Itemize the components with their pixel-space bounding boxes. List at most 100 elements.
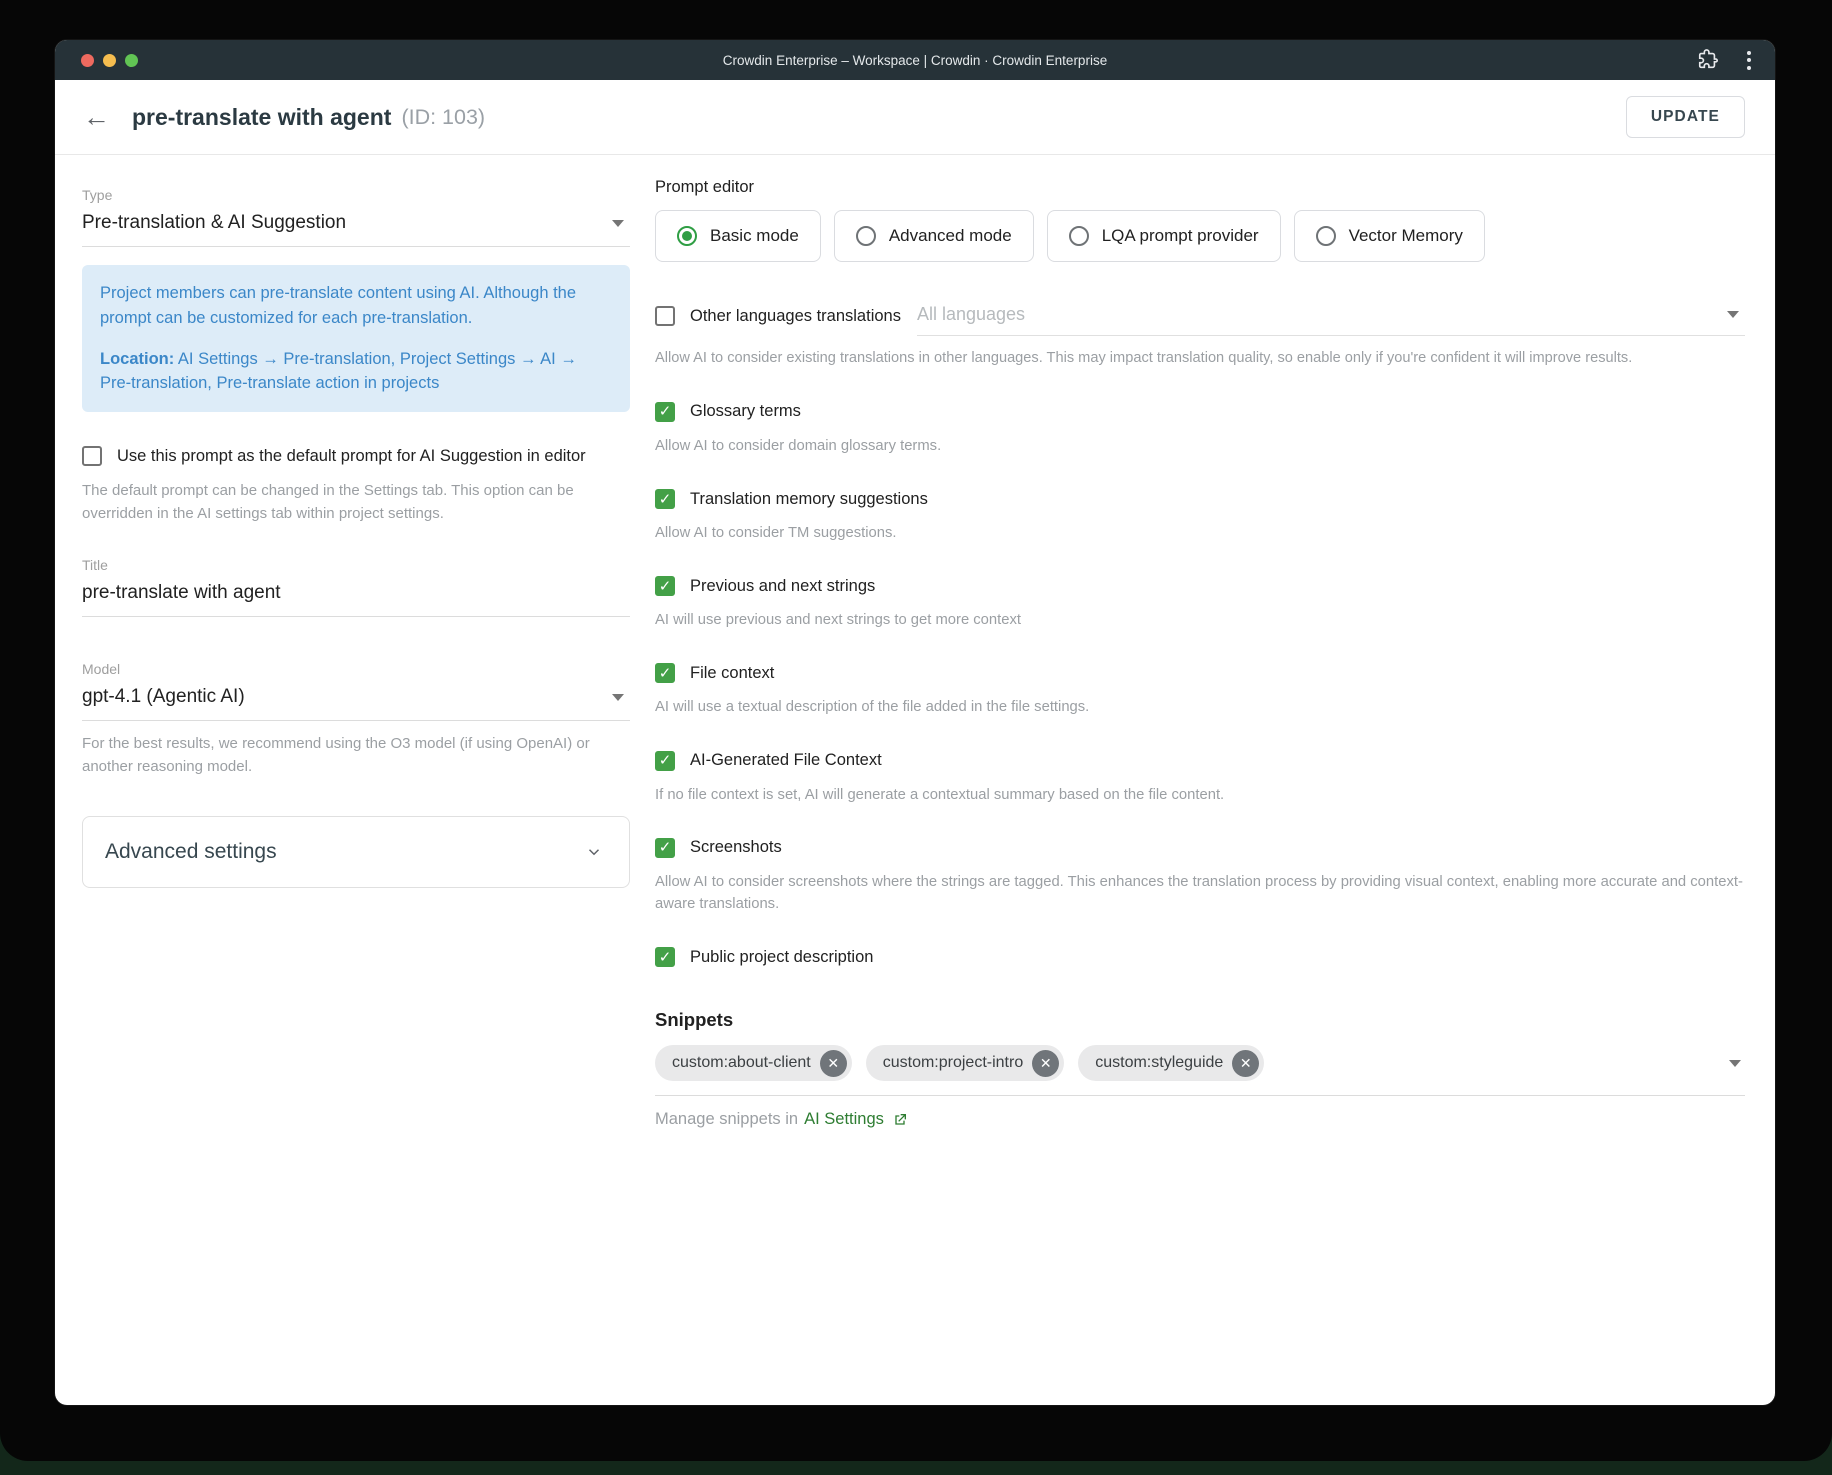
remove-chip-icon[interactable]: ✕	[1032, 1050, 1059, 1077]
checked-checkbox[interactable]: ✓	[655, 489, 675, 509]
radio-selected-icon	[677, 226, 697, 246]
mode-label: LQA prompt provider	[1102, 226, 1259, 246]
info-box-paragraph: Project members can pre-translate conten…	[100, 281, 612, 331]
option-checkbox-row[interactable]: ✓ Screenshots	[655, 838, 1745, 858]
extensions-puzzle-icon[interactable]	[1697, 49, 1719, 71]
snippet-chip-label: custom:project-intro	[883, 1054, 1024, 1072]
page-header: ← pre-translate with agent (ID: 103) UPD…	[55, 80, 1775, 155]
model-helper: For the best results, we recommend using…	[82, 733, 630, 778]
radio-icon	[1316, 226, 1336, 246]
settings-right-column: Prompt editor Basic mode Advanced mode L…	[655, 171, 1745, 1129]
other-languages-checkbox-row[interactable]: Other languages translations	[655, 306, 901, 336]
snippets-select-field[interactable]: custom:about-client ✕ custom:project-int…	[655, 1045, 1745, 1096]
option-ai-generated-file-context: ✓ AI-Generated File Context If no file c…	[655, 751, 1745, 806]
type-select[interactable]: Pre-translation & AI Suggestion	[82, 203, 630, 247]
option-helper: Allow AI to consider screenshots where t…	[655, 871, 1745, 915]
option-screenshots: ✓ Screenshots Allow AI to consider scree…	[655, 838, 1745, 915]
manage-snippets-row: Manage snippets in AI Settings	[655, 1110, 1745, 1129]
option-helper: AI will use previous and next strings to…	[655, 609, 1745, 631]
back-arrow-icon[interactable]: ←	[83, 104, 110, 131]
snippet-chip: custom:project-intro ✕	[866, 1045, 1065, 1081]
other-languages-helper: Allow AI to consider existing translatio…	[655, 348, 1745, 370]
advanced-settings-label: Advanced settings	[105, 840, 277, 864]
chevron-down-icon	[1727, 311, 1739, 318]
page-id-badge: (ID: 103)	[401, 105, 485, 130]
chevron-down-icon	[1729, 1060, 1741, 1067]
title-input[interactable]: pre-translate with agent	[82, 573, 630, 617]
type-field-label: Type	[82, 187, 630, 203]
option-file-context: ✓ File context AI will use a textual des…	[655, 663, 1745, 718]
option-checkbox-row[interactable]: ✓ Public project description	[655, 947, 1745, 967]
snippet-chip: custom:about-client ✕	[655, 1045, 852, 1081]
ai-settings-link[interactable]: AI Settings	[804, 1110, 884, 1129]
other-languages-row: Other languages translations All languag…	[655, 304, 1745, 336]
prompt-editor-label: Prompt editor	[655, 178, 1745, 197]
info-box-location-label: Location:	[100, 350, 174, 368]
option-checkbox-row[interactable]: ✓ Glossary terms	[655, 402, 1745, 422]
mode-lqa-prompt-provider[interactable]: LQA prompt provider	[1047, 210, 1281, 262]
model-select[interactable]: gpt-4.1 (Agentic AI)	[82, 677, 630, 721]
other-languages-label: Other languages translations	[690, 307, 901, 326]
snippet-chip-label: custom:styleguide	[1095, 1054, 1223, 1072]
snippets-title: Snippets	[655, 1009, 1745, 1031]
option-label: Public project description	[690, 948, 873, 967]
option-previous-next-strings: ✓ Previous and next strings AI will use …	[655, 576, 1745, 631]
model-field: Model gpt-4.1 (Agentic AI) For the best …	[82, 661, 630, 778]
mode-vector-memory[interactable]: Vector Memory	[1294, 210, 1485, 262]
mode-basic[interactable]: Basic mode	[655, 210, 821, 262]
remove-chip-icon[interactable]: ✕	[820, 1050, 847, 1077]
minimize-window-button[interactable]	[103, 54, 116, 67]
close-window-button[interactable]	[81, 54, 94, 67]
browser-titlebar: Crowdin Enterprise – Workspace | Crowdin…	[55, 40, 1775, 80]
all-languages-select[interactable]: All languages	[917, 304, 1745, 336]
option-helper: If no file context is set, AI will gener…	[655, 784, 1745, 806]
window-controls	[81, 54, 138, 67]
manage-snippets-text: Manage snippets in	[655, 1110, 798, 1129]
browser-tab-title: Crowdin Enterprise – Workspace | Crowdin…	[55, 53, 1775, 68]
option-checkbox-row[interactable]: ✓ Previous and next strings	[655, 576, 1745, 596]
checked-checkbox[interactable]: ✓	[655, 947, 675, 967]
external-link-icon	[892, 1112, 908, 1128]
option-public-project-description: ✓ Public project description	[655, 947, 1745, 967]
settings-left-column: Type Pre-translation & AI Suggestion Pro…	[82, 171, 630, 1129]
browser-window: Crowdin Enterprise – Workspace | Crowdin…	[55, 40, 1775, 1405]
option-label: File context	[690, 664, 774, 683]
all-languages-placeholder: All languages	[917, 304, 1025, 325]
option-helper: Allow AI to consider domain glossary ter…	[655, 435, 1745, 457]
page-title: pre-translate with agent	[132, 104, 391, 131]
chevron-down-icon	[612, 694, 624, 701]
option-checkbox-row[interactable]: ✓ Translation memory suggestions	[655, 489, 1745, 509]
checked-checkbox[interactable]: ✓	[655, 663, 675, 683]
model-field-label: Model	[82, 661, 630, 677]
other-languages-checkbox[interactable]	[655, 306, 675, 326]
checked-checkbox[interactable]: ✓	[655, 576, 675, 596]
checked-checkbox[interactable]: ✓	[655, 838, 675, 858]
default-prompt-helper: The default prompt can be changed in the…	[82, 480, 630, 525]
snippet-chip: custom:styleguide ✕	[1078, 1045, 1264, 1081]
update-button[interactable]: UPDATE	[1626, 96, 1745, 138]
option-checkbox-row[interactable]: ✓ File context	[655, 663, 1745, 683]
radio-icon	[856, 226, 876, 246]
default-prompt-checkbox[interactable]	[82, 446, 102, 466]
type-select-value: Pre-translation & AI Suggestion	[82, 212, 346, 234]
mode-label: Advanced mode	[889, 226, 1012, 246]
default-prompt-checkbox-row[interactable]: Use this prompt as the default prompt fo…	[82, 446, 630, 466]
option-helper: AI will use a textual description of the…	[655, 696, 1745, 718]
remove-chip-icon[interactable]: ✕	[1232, 1050, 1259, 1077]
title-field-label: Title	[82, 557, 630, 573]
browser-menu-icon[interactable]	[1745, 47, 1753, 74]
mode-advanced[interactable]: Advanced mode	[834, 210, 1034, 262]
option-helper: Allow AI to consider TM suggestions.	[655, 522, 1745, 544]
info-box-location: Location: AI Settings → Pre-translation,…	[100, 347, 612, 397]
checked-checkbox[interactable]: ✓	[655, 402, 675, 422]
option-label: AI-Generated File Context	[690, 751, 882, 770]
maximize-window-button[interactable]	[125, 54, 138, 67]
option-label: Screenshots	[690, 838, 782, 857]
option-translation-memory: ✓ Translation memory suggestions Allow A…	[655, 489, 1745, 544]
checked-checkbox[interactable]: ✓	[655, 751, 675, 771]
option-label: Glossary terms	[690, 402, 801, 421]
info-box: Project members can pre-translate conten…	[82, 265, 630, 412]
advanced-settings-toggle[interactable]: Advanced settings	[82, 816, 630, 888]
option-label: Previous and next strings	[690, 577, 875, 596]
option-checkbox-row[interactable]: ✓ AI-Generated File Context	[655, 751, 1745, 771]
